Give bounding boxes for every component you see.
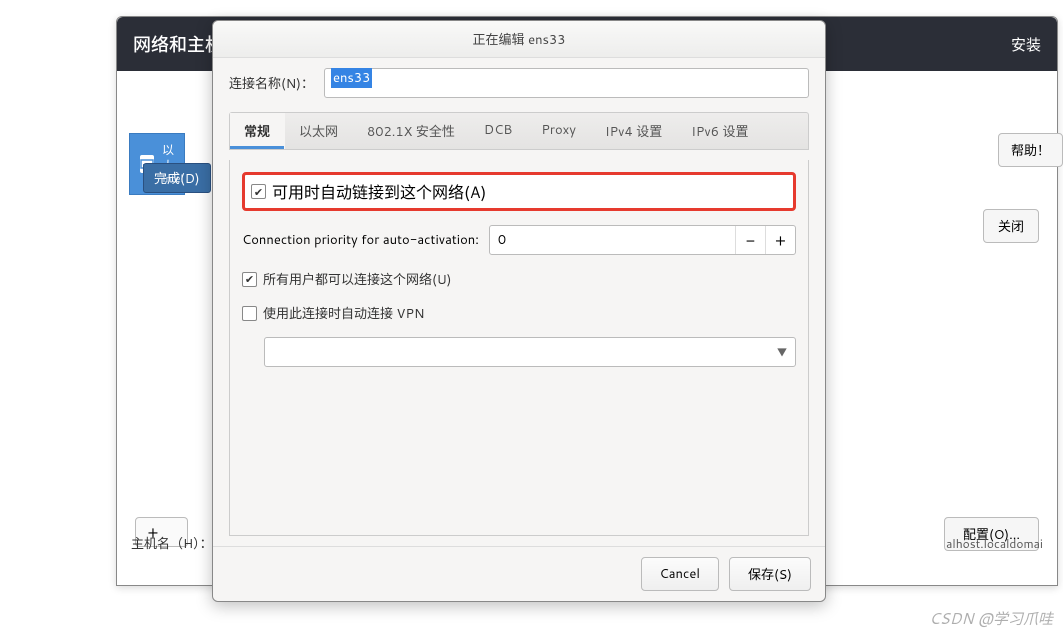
watermark: CSDN @学习爪哇 (929, 608, 1053, 629)
close-button[interactable]: 关闭 (983, 209, 1039, 243)
dialog-title: 正在编辑 ens33 (213, 21, 825, 58)
priority-label: Connection priority for auto-activation: (242, 231, 479, 249)
tab-bar: 常规 以太网 802.1X 安全性 DCB Proxy IPv4 设置 IPv6… (229, 112, 809, 150)
priority-row: Connection priority for auto-activation:… (242, 225, 796, 255)
connection-name-label: 连接名称(N)： (229, 73, 314, 93)
tab-proxy[interactable]: Proxy (527, 113, 591, 149)
edit-connection-dialog: 正在编辑 ens33 连接名称(N)： ens33 常规 以太网 802.1X … (212, 20, 826, 602)
tab-dcb[interactable]: DCB (470, 113, 527, 149)
all-users-label: 所有用户都可以连接这个网络(U) (263, 269, 451, 289)
tab-general[interactable]: 常规 (230, 113, 285, 149)
tab-content-general: 可用时自动链接到这个网络(A) Connection priority for … (229, 160, 809, 536)
dialog-body: 连接名称(N)： ens33 常规 以太网 802.1X 安全性 DCB Pro… (213, 58, 825, 546)
tab-ipv6[interactable]: IPv6 设置 (677, 113, 763, 149)
tab-ethernet[interactable]: 以太网 (285, 113, 353, 149)
tab-8021x[interactable]: 802.1X 安全性 (353, 113, 470, 149)
hostname-value: alhost.localdomai (946, 535, 1043, 552)
vpn-label: 使用此连接时自动连接 VPN (263, 303, 424, 323)
cancel-button[interactable]: Cancel (641, 557, 719, 591)
priority-value[interactable]: 0 (490, 226, 735, 254)
help-button[interactable]: 帮助！ (998, 133, 1063, 167)
auto-connect-checkbox[interactable] (251, 184, 266, 199)
page-title: 网络和主机 (133, 31, 223, 57)
vpn-checkbox[interactable] (242, 306, 257, 321)
vpn-select[interactable]: ▼ (264, 337, 796, 367)
vpn-row: 使用此连接时自动连接 VPN (242, 303, 796, 323)
dialog-footer: Cancel 保存(S) (213, 546, 825, 601)
chevron-down-icon: ▼ (777, 344, 787, 360)
priority-increment[interactable]: + (765, 226, 795, 254)
install-label: 安装 (1011, 34, 1041, 55)
priority-decrement[interactable]: − (735, 226, 765, 254)
hostname-label: 主机名（H）： (131, 533, 213, 553)
connection-name-input[interactable]: ens33 (324, 68, 809, 98)
auto-connect-highlight: 可用时自动链接到这个网络(A) (242, 172, 796, 211)
all-users-row: 所有用户都可以连接这个网络(U) (242, 269, 796, 289)
tab-ipv4[interactable]: IPv4 设置 (591, 113, 677, 149)
all-users-checkbox[interactable] (242, 272, 257, 287)
interface-vendor: Intel (162, 173, 183, 186)
save-button[interactable]: 保存(S) (729, 557, 811, 591)
auto-connect-label: 可用时自动链接到这个网络(A) (272, 179, 486, 204)
connection-name-value: ens33 (331, 68, 372, 88)
priority-spinbox[interactable]: 0 − + (489, 225, 796, 255)
connection-name-row: 连接名称(N)： ens33 (229, 68, 809, 98)
